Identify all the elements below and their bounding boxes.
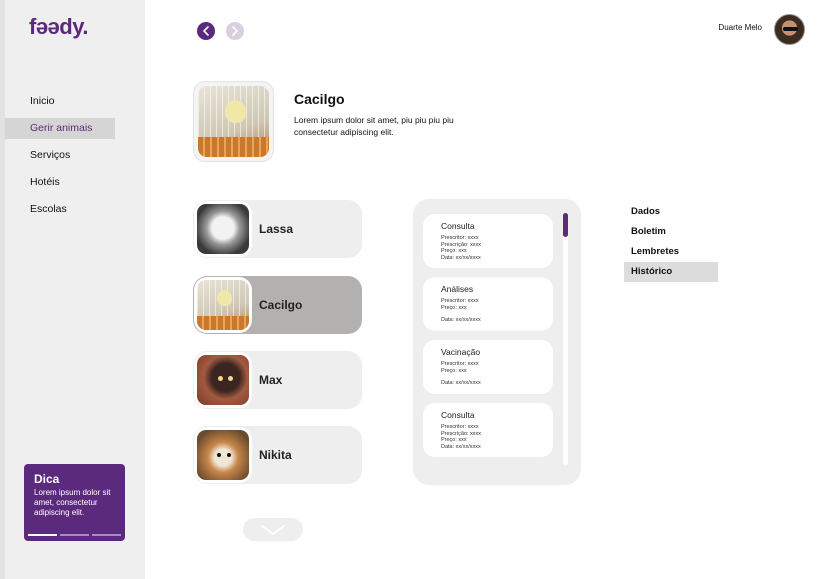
- tip-text: Lorem ipsum dolor sit amet, consectetur …: [34, 488, 111, 517]
- pet-card-max[interactable]: Max: [193, 351, 362, 409]
- tip-title: Dica: [34, 472, 60, 486]
- featured-pet-photo: [193, 81, 274, 162]
- scrollbar-thumb[interactable]: [563, 213, 568, 237]
- record-title: Consulta: [441, 410, 475, 420]
- app-logo[interactable]: fǝǝdy.: [29, 14, 88, 40]
- scroll-down-button[interactable]: [243, 518, 303, 541]
- forward-button[interactable]: [226, 22, 244, 40]
- tab-historico[interactable]: Histórico: [624, 262, 718, 282]
- pet-thumbnail: [194, 427, 252, 483]
- dog-photo: [197, 355, 249, 405]
- pet-thumbnail: [194, 201, 252, 257]
- featured-pet-name: Cacilgo: [294, 91, 345, 107]
- history-panel: Consulta Prescritor: xxxx Prescrição: xx…: [413, 199, 581, 485]
- sidebar-nav: Inicio Gerir animais Serviços Hotéis Esc…: [5, 91, 145, 226]
- record-line: Data: xx/xx/xxxx: [441, 443, 481, 450]
- chevron-right-icon: [232, 26, 238, 36]
- tab-dados[interactable]: Dados: [624, 202, 718, 222]
- sidebar-edge: [0, 0, 5, 579]
- pet-name: Nikita: [259, 448, 292, 462]
- pet-thumbnail: [194, 277, 252, 333]
- record-line: Data: xx/xx/xxxx: [441, 317, 481, 323]
- tip-card: Dica Lorem ipsum dolor sit amet, consect…: [24, 464, 125, 541]
- back-button[interactable]: [197, 22, 215, 40]
- sidebar-item-hoteis[interactable]: Hotéis: [5, 172, 145, 193]
- tip-page-indicator-2[interactable]: [60, 534, 89, 536]
- detail-tabs: Dados Boletim Lembretes Histórico: [624, 202, 718, 282]
- scrollbar-track[interactable]: [563, 213, 568, 465]
- pomeranian-photo: [197, 430, 249, 480]
- record-card[interactable]: Consulta Prescritor: xxxx Prescrição: xx…: [423, 403, 553, 457]
- canary-photo: [197, 280, 249, 330]
- tab-boletim[interactable]: Boletim: [624, 222, 718, 242]
- record-title: Análises: [441, 284, 474, 294]
- sidebar-item-gerir-animais[interactable]: Gerir animais: [5, 118, 115, 139]
- record-card[interactable]: Vacinação Prescritor: xxxx Preço: xxx Da…: [423, 340, 553, 394]
- pet-name: Lassa: [259, 222, 294, 236]
- chevron-left-icon: [203, 26, 209, 36]
- record-line: Data: xx/xx/xxxx: [441, 254, 481, 261]
- chevron-down-icon: [261, 524, 285, 535]
- record-card[interactable]: Consulta Prescritor: xxxx Prescrição: xx…: [423, 214, 553, 268]
- sidebar-item-servicos[interactable]: Serviços: [5, 145, 145, 166]
- pet-name: Max: [259, 373, 283, 387]
- record-title: Consulta: [441, 221, 475, 231]
- featured-pet-description: Lorem ipsum dolor sit amet, piu piu piu …: [294, 115, 454, 137]
- record-line: Data: xx/xx/xxxx: [441, 380, 481, 386]
- white-cat-photo: [197, 204, 249, 254]
- pet-card-lassa[interactable]: Lassa: [193, 200, 362, 258]
- sidebar-item-escolas[interactable]: Escolas: [5, 199, 145, 220]
- record-card[interactable]: Análises Prescritor: xxxx Preço: xxx Dat…: [423, 277, 553, 331]
- record-title: Vacinação: [441, 347, 481, 357]
- pet-card-nikita[interactable]: Nikita: [193, 426, 362, 484]
- tip-pagination: [28, 534, 121, 536]
- tab-lembretes[interactable]: Lembretes: [624, 242, 718, 262]
- sidebar-item-inicio[interactable]: Inicio: [5, 91, 145, 112]
- pet-card-cacilgo[interactable]: Cacilgo: [193, 276, 362, 334]
- pet-thumbnail: [194, 352, 252, 408]
- user-avatar[interactable]: [774, 14, 805, 45]
- tip-page-indicator-3[interactable]: [92, 534, 121, 536]
- tip-page-indicator-1[interactable]: [28, 534, 57, 536]
- canary-photo: [198, 86, 269, 157]
- avatar-sunglasses: [783, 27, 798, 31]
- pet-name: Cacilgo: [259, 298, 303, 312]
- user-name[interactable]: Duarte Melo: [700, 23, 762, 32]
- sidebar: fǝǝdy. Inicio Gerir animais Serviços Hot…: [0, 0, 145, 579]
